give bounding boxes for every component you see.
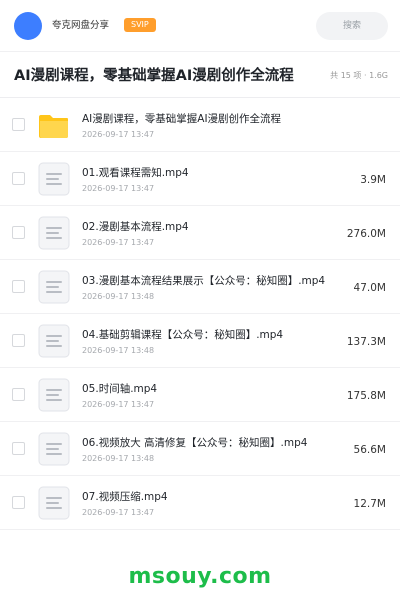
file-name[interactable]: AI漫剧课程，零基础掌握AI漫剧创作全流程 <box>82 112 281 126</box>
row-checkbox[interactable] <box>12 280 25 293</box>
file-row[interactable]: 03.漫剧基本流程结果展示【公众号：秘知圈】.mp4 2026-09-17 13:… <box>0 260 400 314</box>
row-checkbox[interactable] <box>12 496 25 509</box>
watermark: msouy.com <box>128 564 272 589</box>
row-checkbox[interactable] <box>12 226 25 239</box>
video-file-icon <box>38 432 70 466</box>
file-row[interactable]: 04.基础剪辑课程【公众号：秘知圈】.mp4 2026-09-17 13:48 13… <box>0 314 400 368</box>
row-checkbox[interactable] <box>12 334 25 347</box>
video-file-icon <box>38 216 70 250</box>
file-name[interactable]: 01.观看课程需知.mp4 <box>82 166 189 180</box>
file-size: 47.0M <box>353 282 386 294</box>
file-date: 2026-09-17 13:48 <box>82 292 155 301</box>
file-row[interactable]: 06.视频放大 高清修复【公众号：秘知圈】.mp4 2026-09-17 13:4… <box>0 422 400 476</box>
file-name[interactable]: 03.漫剧基本流程结果展示【公众号：秘知圈】.mp4 <box>82 274 325 288</box>
video-file-icon <box>38 486 70 520</box>
file-name[interactable]: 04.基础剪辑课程【公众号：秘知圈】.mp4 <box>82 328 283 342</box>
file-size: 56.6M <box>353 444 386 456</box>
file-name[interactable]: 06.视频放大 高清修复【公众号：秘知圈】.mp4 <box>82 436 307 450</box>
folder-meta: 共 15 项 · 1.6G <box>330 71 388 80</box>
app-name: 夸克网盘分享 <box>52 20 110 31</box>
video-file-icon <box>38 378 70 412</box>
file-name[interactable]: 05.时间轴.mp4 <box>82 382 157 396</box>
file-row[interactable]: 07.视频压缩.mp4 2026-09-17 13:47 12.7M <box>0 476 400 530</box>
row-checkbox[interactable] <box>12 442 25 455</box>
video-file-icon <box>38 324 70 358</box>
row-checkbox[interactable] <box>12 118 25 131</box>
file-date: 2026-09-17 13:48 <box>82 454 155 463</box>
file-size: 276.0M <box>346 228 386 240</box>
file-row[interactable]: AI漫剧课程，零基础掌握AI漫剧创作全流程 2026-09-17 13:47 <box>0 98 400 152</box>
video-file-icon <box>38 270 70 304</box>
row-checkbox[interactable] <box>12 172 25 185</box>
file-row[interactable]: 05.时间轴.mp4 2026-09-17 13:47 175.8M <box>0 368 400 422</box>
search-input[interactable] <box>316 12 388 40</box>
file-row[interactable]: 01.观看课程需知.mp4 2026-09-17 13:47 3.9M <box>0 152 400 206</box>
row-checkbox[interactable] <box>12 388 25 401</box>
file-size: 12.7M <box>353 498 386 510</box>
folder-header: AI漫剧课程，零基础掌握AI漫剧创作全流程 共 15 项 · 1.6G <box>0 52 400 98</box>
file-name[interactable]: 02.漫剧基本流程.mp4 <box>82 220 189 234</box>
file-date: 2026-09-17 13:47 <box>82 400 155 409</box>
page-title: AI漫剧课程，零基础掌握AI漫剧创作全流程 <box>14 68 294 84</box>
file-date: 2026-09-17 13:47 <box>82 130 155 139</box>
avatar[interactable] <box>14 12 42 40</box>
file-size: 175.8M <box>346 390 386 402</box>
file-size: 137.3M <box>346 336 386 348</box>
file-row[interactable]: 02.漫剧基本流程.mp4 2026-09-17 13:47 276.0M <box>0 206 400 260</box>
video-file-icon <box>38 162 70 196</box>
folder-icon <box>38 108 70 142</box>
file-name[interactable]: 07.视频压缩.mp4 <box>82 490 168 504</box>
file-date: 2026-09-17 13:47 <box>82 184 155 193</box>
top-bar: 夸克网盘分享 SVIP <box>0 0 400 52</box>
svip-badge: SVIP <box>124 18 156 32</box>
file-list: AI漫剧课程，零基础掌握AI漫剧创作全流程 2026-09-17 13:47 01.… <box>0 98 400 530</box>
file-date: 2026-09-17 13:47 <box>82 238 155 247</box>
file-date: 2026-09-17 13:48 <box>82 346 155 355</box>
file-date: 2026-09-17 13:47 <box>82 508 155 517</box>
file-size: 3.9M <box>360 174 386 186</box>
